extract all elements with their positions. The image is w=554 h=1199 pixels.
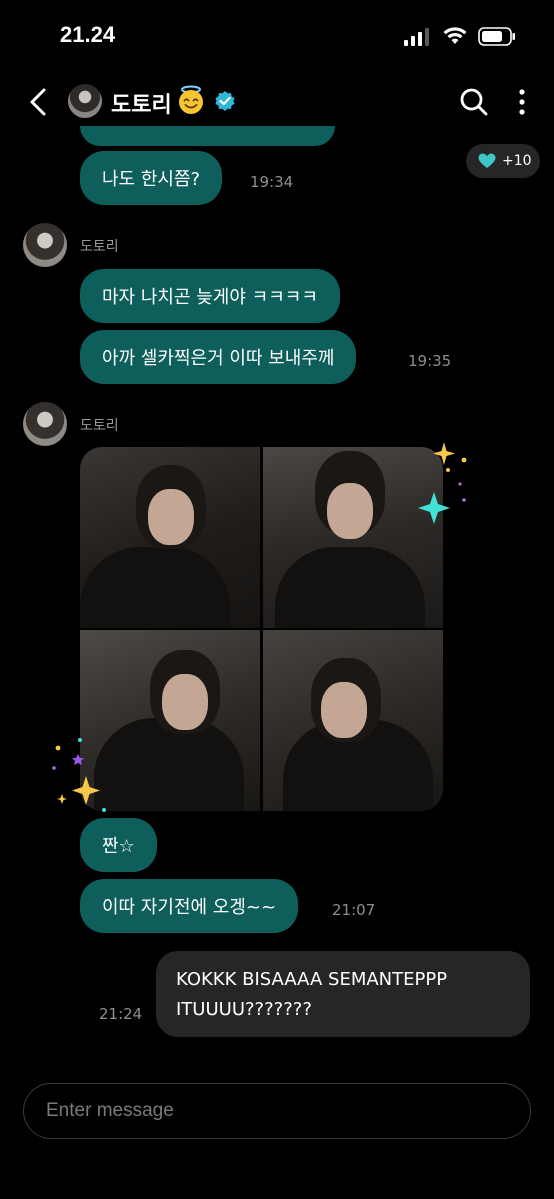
reaction-badge[interactable]: +10 — [466, 144, 540, 178]
sparkle-icon — [418, 442, 467, 524]
heart-icon — [478, 153, 496, 168]
sparkle-icon — [52, 738, 106, 812]
message-input[interactable] — [46, 1084, 506, 1137]
sender-name: 도토리 — [80, 239, 119, 255]
message-bubble[interactable]: 짠☆ — [80, 818, 157, 872]
status-time: 21.24 — [60, 22, 116, 47]
message-time: 19:35 — [408, 352, 452, 370]
message-text: 나도 한시쯤? — [102, 169, 201, 190]
message-bubble[interactable]: 마자 나치곤 늦게야 ㅋㅋㅋㅋ — [80, 269, 340, 323]
reaction-count: +10 — [502, 153, 532, 169]
photo[interactable] — [263, 630, 443, 811]
message-time: 19:34 — [250, 173, 294, 191]
message-text: 짠☆ — [102, 836, 135, 857]
more-vertical-icon[interactable] — [512, 86, 532, 118]
cellular-signal-icon — [404, 28, 432, 46]
photo-grid[interactable] — [80, 447, 443, 811]
message-time: 21:24 — [99, 1005, 143, 1023]
battery-icon — [478, 27, 515, 46]
chat-header: 도토리 — [0, 78, 554, 128]
avatar[interactable] — [68, 84, 102, 118]
message-bubble[interactable]: 아까 셀카찍은거 이따 보내주께 — [80, 330, 357, 384]
avatar[interactable] — [23, 402, 67, 446]
message-bubble[interactable]: 이따 자기전에 오겡~~ — [80, 879, 299, 933]
message-text: 이따 자기전에 오겡~~ — [102, 897, 277, 918]
page-title: 도토리 — [111, 93, 172, 118]
verified-badge-icon — [215, 91, 235, 111]
sender-name: 도토리 — [80, 418, 119, 434]
search-icon[interactable] — [458, 86, 490, 118]
back-arrow-icon[interactable] — [24, 84, 56, 120]
previous-message-bubble — [80, 126, 335, 146]
message-text: 아까 셀카찍은거 이따 보내주께 — [102, 348, 335, 369]
message-bubble[interactable]: 나도 한시쯤? — [80, 151, 223, 205]
message-time: 21:07 — [332, 901, 376, 919]
message-text: 마자 나치곤 늦게야 ㅋㅋㅋㅋ — [102, 287, 318, 308]
angel-emoji-icon — [179, 85, 203, 114]
message-input-bar — [23, 1083, 531, 1139]
status-bar: 21.24 — [0, 0, 554, 70]
wifi-icon — [443, 27, 467, 44]
photo[interactable] — [80, 447, 260, 628]
avatar[interactable] — [23, 223, 67, 267]
outgoing-message-bubble[interactable]: KOKKK BISAAAA SEMANTEPPP ITUUUU??????? — [156, 951, 530, 1037]
